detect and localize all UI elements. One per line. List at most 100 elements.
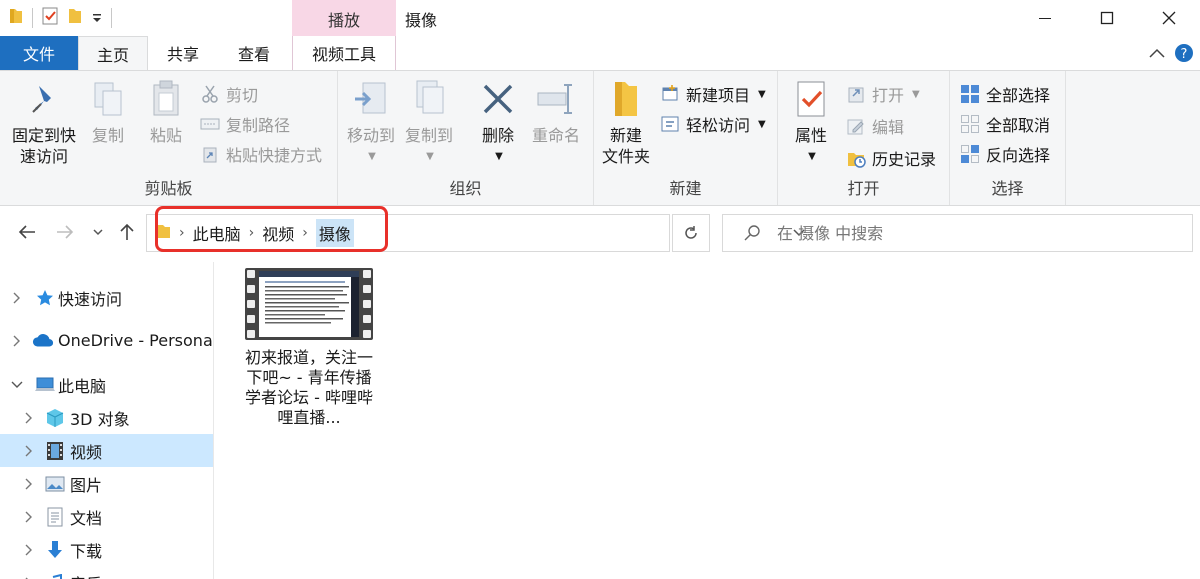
search-box[interactable] [722, 214, 1193, 252]
properties-label: 属性 [794, 126, 827, 145]
select-all-button[interactable]: 全部选择 [960, 81, 1050, 107]
paste-shortcut-button[interactable]: 粘贴快捷方式 [200, 141, 322, 167]
chevron-right-icon[interactable] [22, 543, 36, 557]
breadcrumb-this-pc[interactable]: 此电脑 [193, 221, 241, 245]
tree-item-documents[interactable]: 文档 [0, 500, 213, 533]
tree-item-label: 此电脑 [58, 376, 107, 396]
tree-item-pictures[interactable]: 图片 [0, 467, 213, 500]
copy-to-label: 复制到 [404, 126, 453, 145]
chevron-down-icon[interactable] [10, 378, 24, 392]
easy-access-label: 轻松访问 [686, 116, 751, 135]
new-item-button[interactable]: 新建项目 ▼ [660, 81, 766, 107]
history-button[interactable]: 历史记录 [846, 145, 936, 171]
group-select: 全部选择 全部取消 反向选择 选择 [950, 71, 1066, 205]
cut-button[interactable]: 剪切 [200, 81, 258, 107]
cube-icon [44, 407, 66, 429]
chevron-right-icon[interactable]: › [179, 225, 185, 241]
tree-item-downloads[interactable]: 下载 [0, 533, 213, 566]
easy-access-button[interactable]: 轻松访问 ▼ [660, 111, 766, 137]
new-folder-label-1: 新建 [609, 126, 642, 145]
tab-file[interactable]: 文件 [0, 36, 78, 70]
title-bar: 播放 摄像 [0, 0, 1200, 38]
chevron-right-icon[interactable] [22, 444, 36, 458]
collapse-ribbon-button[interactable] [1146, 36, 1168, 70]
pin-to-quick-access-button[interactable]: 固定到快 速访问 [8, 77, 80, 167]
up-button[interactable] [114, 218, 140, 246]
music-note-icon [44, 572, 66, 579]
group-open: 属性 ▼ 打开 ▼ 编辑 历史记录 打开 [778, 71, 950, 205]
maximize-button[interactable] [1076, 0, 1138, 36]
divider [111, 8, 112, 28]
tree-item-onedrive[interactable]: OneDrive - Persona [0, 324, 213, 357]
rename-icon [536, 77, 576, 121]
properties-icon[interactable] [41, 6, 59, 30]
rename-button[interactable]: 重命名 [526, 77, 586, 146]
file-name: 初来报道，关注一下吧~ - 青年传播学者论坛 - 哔哩哔哩直播... [244, 348, 373, 427]
tab-share[interactable]: 共享 [150, 36, 216, 70]
edit-button[interactable]: 编辑 [846, 113, 904, 139]
new-folder-label-2: 文件夹 [601, 147, 650, 166]
folder-icon [157, 222, 171, 244]
close-icon [1162, 11, 1176, 25]
tree-item-quick-access[interactable]: 快速访问 [0, 281, 213, 314]
star-icon [34, 287, 56, 309]
help-button[interactable]: ? [1172, 36, 1196, 70]
chevron-right-icon[interactable] [10, 334, 24, 348]
copy-to-icon [409, 77, 449, 121]
back-button[interactable] [14, 218, 40, 246]
move-to-button[interactable]: 移动到 ▼ [344, 77, 398, 167]
breadcrumb-videos[interactable]: 视频 [262, 221, 294, 245]
address-bar[interactable]: › 此电脑 › 视频 › 摄像 [146, 214, 805, 252]
delete-x-icon [478, 77, 518, 121]
tree-item-videos[interactable]: 视频 [0, 434, 213, 467]
copy-to-button[interactable]: 复制到 ▼ [402, 77, 456, 167]
invert-selection-button[interactable]: 反向选择 [960, 141, 1050, 167]
tree-item-label: 音乐 [70, 571, 102, 579]
tree-item-label: 下载 [70, 541, 103, 561]
chevron-right-icon[interactable] [22, 510, 36, 524]
tree-item-label: 图片 [70, 475, 103, 495]
minimize-button[interactable] [1014, 0, 1076, 36]
scissors-icon [200, 84, 220, 104]
file-item[interactable]: 初来报道，关注一下吧~ - 青年传播学者论坛 - 哔哩哔哩直播... [241, 268, 377, 428]
chevron-right-icon[interactable]: › [302, 225, 308, 241]
chevron-right-icon[interactable]: › [249, 225, 255, 241]
chevron-right-icon[interactable] [22, 411, 36, 425]
tab-view[interactable]: 查看 [220, 36, 288, 70]
open-button[interactable]: 打开 ▼ [846, 81, 920, 107]
search-input[interactable] [777, 223, 1177, 243]
refresh-button[interactable] [672, 214, 710, 252]
tree-item-music[interactable]: 音乐 [0, 566, 213, 579]
forward-button[interactable] [52, 218, 78, 246]
tab-video-tools[interactable]: 视频工具 [292, 36, 396, 70]
new-folder-icon[interactable] [67, 7, 83, 29]
delete-label: 删除 [481, 126, 514, 145]
tree-item-this-pc[interactable]: 此电脑 [0, 368, 213, 401]
paste-button[interactable]: 粘贴 [142, 77, 190, 146]
chevron-right-icon[interactable] [10, 291, 24, 305]
quick-access-toolbar [8, 6, 112, 30]
breadcrumb-camera[interactable]: 摄像 [315, 219, 354, 247]
chevron-down-icon[interactable] [91, 9, 103, 28]
move-to-icon [351, 77, 391, 121]
film-icon [44, 440, 66, 462]
dropdown-caret: ▼ [758, 88, 766, 100]
close-button[interactable] [1138, 0, 1200, 36]
tree-item-3d-objects[interactable]: 3D 对象 [0, 401, 213, 434]
folder-icon [8, 7, 24, 29]
recent-locations-button[interactable] [86, 218, 110, 246]
copy-button[interactable]: 复制 [84, 77, 132, 146]
delete-button[interactable]: 删除 ▼ [472, 77, 524, 167]
pin-label-1: 固定到快 [11, 126, 76, 145]
chevron-right-icon[interactable] [22, 477, 36, 491]
properties-button[interactable]: 属性 ▼ [784, 77, 838, 167]
history-icon [846, 148, 866, 168]
tab-home[interactable]: 主页 [78, 36, 148, 71]
chevron-right-icon[interactable] [22, 576, 36, 579]
new-folder-button[interactable]: 新建 文件夹 [598, 77, 654, 167]
paste-shortcut-icon [200, 144, 220, 164]
select-none-button[interactable]: 全部取消 [960, 111, 1050, 137]
tree-item-label: 视频 [70, 442, 103, 462]
copy-path-button[interactable]: 复制路径 [200, 111, 290, 137]
context-tab-play[interactable]: 播放 [292, 0, 396, 38]
